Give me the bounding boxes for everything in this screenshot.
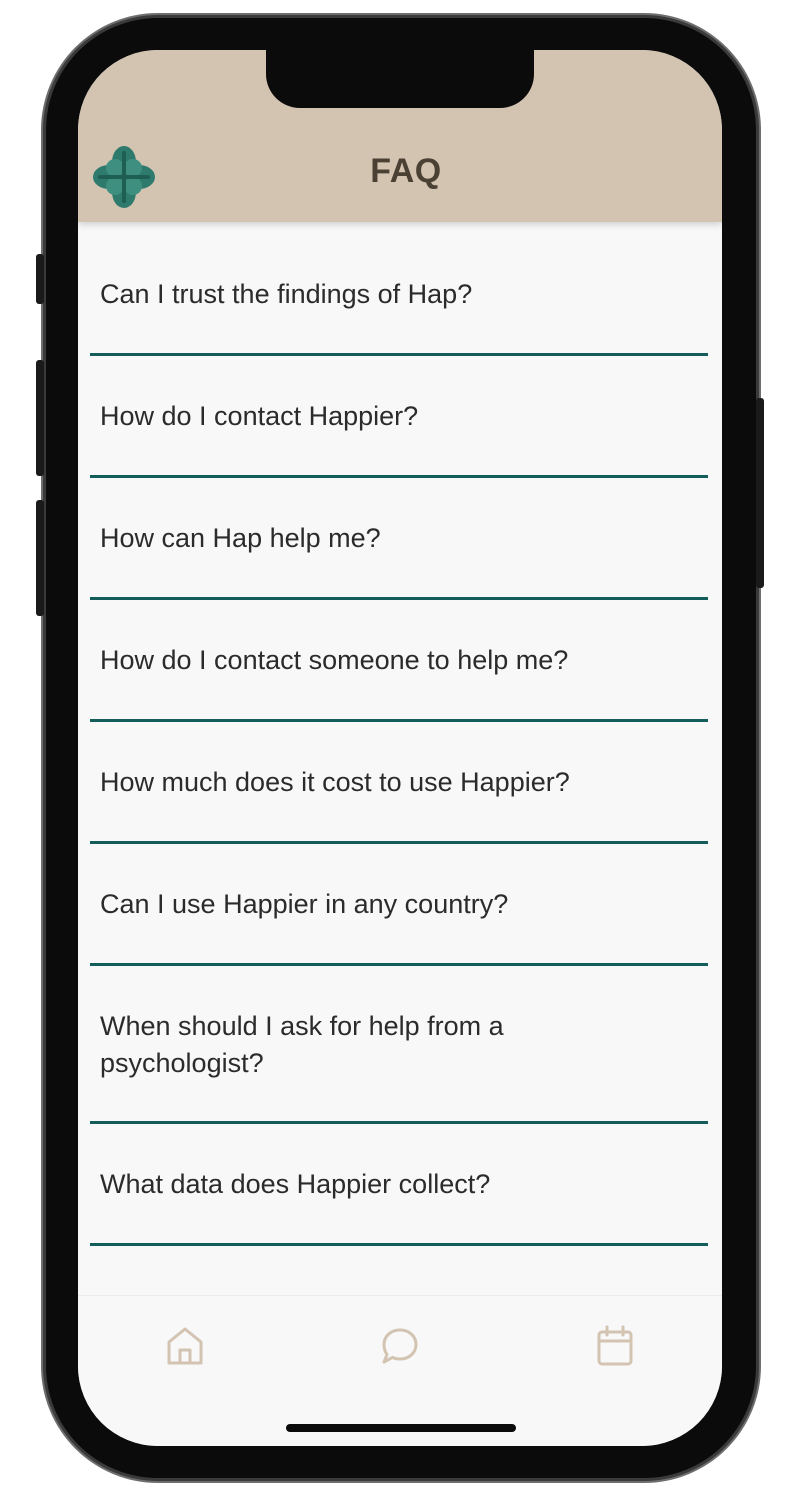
faq-item-contact-happier[interactable]: How do I contact Happier?	[90, 356, 708, 478]
faq-question: How do I contact Happier?	[100, 401, 419, 431]
volume-up-button	[36, 360, 44, 476]
faq-question: How do I contact someone to help me?	[100, 645, 569, 675]
faq-item-country[interactable]: Can I use Happier in any country?	[90, 844, 708, 966]
home-icon[interactable]	[163, 1324, 207, 1368]
faq-item-contact-someone[interactable]: How do I contact someone to help me?	[90, 600, 708, 722]
faq-question: What data does Happier collect?	[100, 1169, 491, 1199]
faq-question: Can I use Happier in any country?	[100, 889, 509, 919]
phone-screen: FAQ Can I trust the findings of Hap? How…	[78, 50, 722, 1446]
volume-down-button	[36, 500, 44, 616]
faq-question: Can I trust the findings of Hap?	[100, 279, 473, 309]
power-button	[756, 398, 764, 588]
page-title: FAQ	[370, 152, 442, 190]
camera-notch	[266, 50, 534, 108]
faq-question: When should I ask for help from a psycho…	[100, 1011, 504, 1078]
faq-item-data-collected[interactable]: What data does Happier collect?	[90, 1124, 708, 1246]
home-indicator[interactable]	[286, 1424, 516, 1432]
silent-switch	[36, 254, 44, 304]
faq-item-hap-help[interactable]: How can Hap help me?	[90, 478, 708, 600]
faq-question: How much does it cost to use Happier?	[100, 767, 570, 797]
faq-item-trust-findings[interactable]: Can I trust the findings of Hap?	[90, 222, 708, 356]
chat-bubble-icon[interactable]	[378, 1324, 422, 1368]
faq-question: How can Hap help me?	[100, 523, 381, 553]
faq-item-cost[interactable]: How much does it cost to use Happier?	[90, 722, 708, 844]
faq-item-psychologist[interactable]: When should I ask for help from a psycho…	[90, 966, 708, 1124]
calendar-icon[interactable]	[593, 1324, 637, 1368]
